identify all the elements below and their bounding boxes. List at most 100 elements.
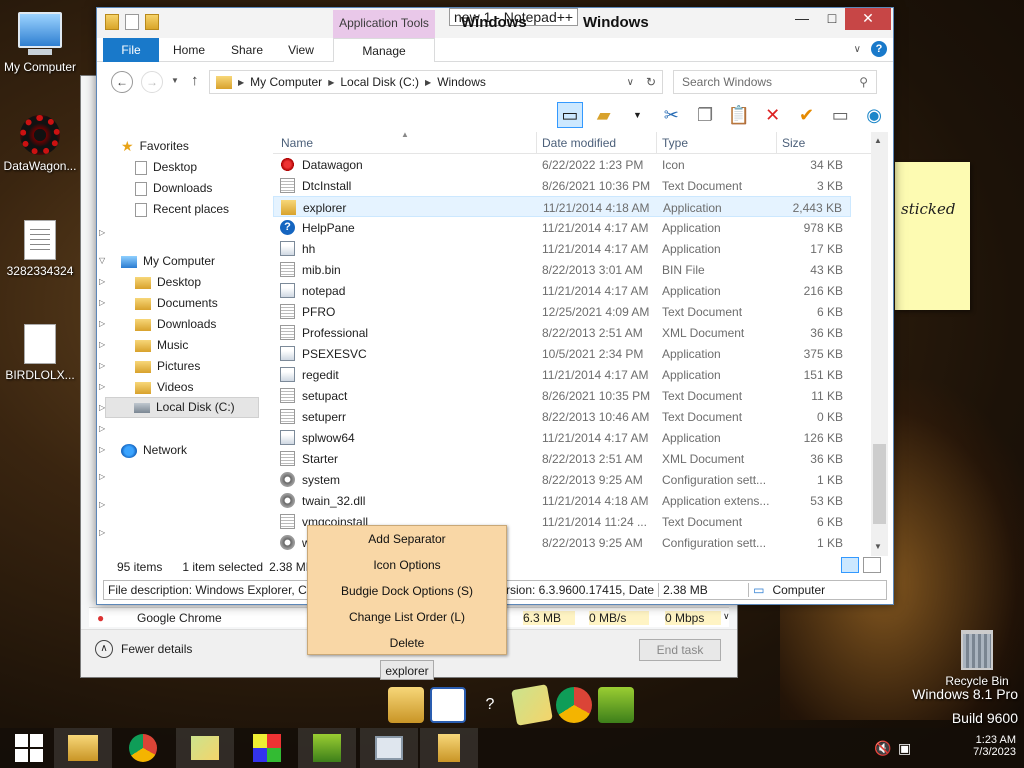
table-row[interactable]: Starter 8/22/2013 2:51 AM XML Document 36 K… bbox=[273, 448, 851, 469]
scroll-up-icon[interactable]: ▲ bbox=[874, 136, 882, 145]
breadcrumb-my-computer[interactable]: My Computer bbox=[250, 75, 322, 89]
table-row[interactable]: Professional 8/22/2013 2:51 AM XML Documen… bbox=[273, 322, 851, 343]
checkmark-icon[interactable]: ✔ bbox=[794, 102, 820, 128]
new-folder-icon[interactable] bbox=[145, 14, 159, 30]
table-row[interactable]: regedit 11/21/2014 4:17 AM Application 151 … bbox=[273, 364, 851, 385]
tab-file[interactable]: File bbox=[103, 38, 159, 62]
table-row[interactable]: setupact 8/26/2021 10:35 PM Text Document 1… bbox=[273, 385, 851, 406]
maximize-button[interactable]: □ bbox=[817, 8, 847, 30]
context-menu-item[interactable]: Budgie Dock Options (S) bbox=[308, 578, 506, 604]
minimize-button[interactable]: — bbox=[787, 8, 817, 30]
nav-favorites[interactable]: ★ Favorites bbox=[121, 136, 189, 157]
explorer-icon[interactable] bbox=[388, 687, 424, 723]
vertical-scrollbar[interactable]: ▲ ▼ bbox=[871, 132, 888, 556]
fewer-details-button[interactable]: ∧ Fewer details bbox=[95, 640, 192, 658]
column-date[interactable]: Date modified bbox=[542, 136, 616, 150]
preview-pane-icon[interactable]: ▭ bbox=[557, 102, 583, 128]
notepad-plus-icon[interactable] bbox=[598, 687, 634, 723]
sticky-notes-icon[interactable] bbox=[511, 684, 553, 726]
chevron-down-icon[interactable]: ∨ bbox=[627, 77, 634, 88]
nav-fav-downloads[interactable]: Downloads bbox=[135, 178, 212, 199]
start-button[interactable] bbox=[0, 728, 58, 768]
expand-icon[interactable]: ▷ bbox=[99, 445, 105, 454]
expand-icon[interactable]: ▷ bbox=[99, 361, 105, 370]
nav-pc-videos[interactable]: Videos bbox=[135, 377, 193, 398]
chevron-down-icon[interactable]: ▼ bbox=[625, 102, 651, 128]
nav-pc-music[interactable]: Music bbox=[135, 335, 188, 356]
column-divider[interactable] bbox=[776, 132, 777, 154]
table-row[interactable]: setuperr 8/22/2013 10:46 AM Text Document 0… bbox=[273, 406, 851, 427]
chevron-down-icon[interactable]: ∨ bbox=[854, 44, 861, 55]
copy-icon[interactable]: ❐ bbox=[692, 102, 718, 128]
expand-icon[interactable]: ▷ bbox=[99, 277, 105, 286]
clock[interactable]: 1:23 AM 7/3/2023 bbox=[973, 734, 1016, 758]
refresh-icon[interactable]: ↻ bbox=[640, 75, 662, 89]
expand-icon[interactable]: ▷ bbox=[99, 424, 105, 433]
expand-icon[interactable]: ▷ bbox=[99, 340, 105, 349]
sticky-note[interactable]: sticked bbox=[895, 162, 970, 310]
table-row[interactable]: DtcInstall 8/26/2021 10:36 PM Text Documen… bbox=[273, 175, 851, 196]
window-icon[interactable] bbox=[430, 687, 466, 723]
nav-my-computer[interactable]: My Computer bbox=[121, 251, 215, 272]
table-row[interactable]: ? HelpPane 11/21/2014 4:17 AM Application 97… bbox=[273, 217, 851, 238]
volume-muted-icon[interactable]: 🔇 bbox=[874, 740, 891, 757]
table-row[interactable]: system 8/22/2013 9:25 AM Configuration set… bbox=[273, 469, 851, 490]
details-view-icon[interactable] bbox=[841, 557, 859, 573]
breadcrumb-local-disk[interactable]: Local Disk (C:) bbox=[340, 75, 419, 89]
context-menu-item[interactable]: Add Separator bbox=[308, 526, 506, 552]
table-row[interactable]: Datawagon 6/22/2022 1:23 PM Icon 34 KB bbox=[273, 154, 851, 175]
address-bar[interactable]: ▶ My Computer ▶ Local Disk (C:) ▶ Window… bbox=[209, 70, 663, 94]
taskbar-sticky-notes[interactable] bbox=[176, 728, 234, 768]
expand-icon[interactable]: ▷ bbox=[99, 319, 105, 328]
expand-icon[interactable]: ▷ bbox=[99, 298, 105, 307]
breadcrumb-windows[interactable]: Windows bbox=[437, 75, 486, 89]
tab-manage[interactable]: Manage bbox=[333, 38, 435, 62]
table-row[interactable]: hh 11/21/2014 4:17 AM Application 17 KB bbox=[273, 238, 851, 259]
column-name[interactable]: Name bbox=[281, 136, 313, 150]
desktop-icon-my-computer[interactable]: My Computer bbox=[0, 12, 80, 74]
taskbar-control-panel[interactable] bbox=[238, 728, 296, 768]
help-icon[interactable]: ? bbox=[871, 41, 887, 57]
context-menu-item[interactable]: Delete bbox=[308, 630, 506, 656]
expand-icon[interactable]: ▷ bbox=[99, 472, 105, 481]
nav-pc-documents[interactable]: Documents bbox=[135, 293, 218, 314]
nav-fav-desktop[interactable]: Desktop bbox=[135, 157, 197, 178]
taskbar-explorer[interactable] bbox=[54, 728, 112, 768]
up-arrow-icon[interactable]: ↑ bbox=[191, 72, 199, 89]
table-row[interactable]: PSEXESVC 10/5/2021 2:34 PM Application 375 … bbox=[273, 343, 851, 364]
folder-icon[interactable] bbox=[105, 14, 119, 30]
desktop-icon-recycle-bin[interactable]: Recycle Bin bbox=[940, 630, 1014, 688]
column-size[interactable]: Size bbox=[782, 136, 805, 150]
desktop-icon-file-2[interactable]: BIRDLOLX... bbox=[0, 324, 80, 382]
nav-pc-desktop[interactable]: Desktop bbox=[135, 272, 201, 293]
cut-icon[interactable]: ✂ bbox=[658, 102, 684, 128]
delete-icon[interactable]: ✕ bbox=[760, 102, 786, 128]
globe-icon[interactable]: ◉ bbox=[861, 102, 887, 128]
expand-icon[interactable]: ▷ bbox=[99, 528, 105, 537]
taskbar-chrome[interactable] bbox=[114, 728, 172, 768]
scroll-down-icon[interactable]: ▼ bbox=[874, 542, 882, 551]
tab-share[interactable]: Share bbox=[227, 38, 267, 62]
context-menu-item[interactable]: Icon Options bbox=[308, 552, 506, 578]
collapse-icon[interactable]: ▽ bbox=[99, 256, 105, 265]
context-menu-item[interactable]: Change List Order (L) bbox=[308, 604, 506, 630]
table-row[interactable]: twain_32.dll 11/21/2014 4:18 AM Applicatio… bbox=[273, 490, 851, 511]
chrome-icon[interactable] bbox=[556, 687, 592, 723]
column-divider[interactable] bbox=[656, 132, 657, 154]
tab-home[interactable]: Home bbox=[169, 38, 209, 62]
end-task-button[interactable]: End task bbox=[639, 639, 721, 661]
nav-pc-local-disk[interactable]: Local Disk (C:) bbox=[105, 397, 259, 418]
paste-icon[interactable]: 📋 bbox=[726, 102, 752, 128]
nav-fav-recent[interactable]: Recent places bbox=[135, 199, 229, 220]
table-row[interactable]: explorer 11/21/2014 4:18 AM Application 2,4… bbox=[273, 196, 851, 217]
nav-network[interactable]: Network bbox=[121, 440, 187, 461]
rename-icon[interactable]: ▭ bbox=[827, 102, 853, 128]
chevron-down-icon[interactable]: ∨ bbox=[723, 611, 730, 622]
desktop-icon-datawagon[interactable]: DataWagon... bbox=[0, 115, 80, 173]
table-row[interactable]: notepad 11/21/2014 4:17 AM Application 216 … bbox=[273, 280, 851, 301]
expand-icon[interactable]: ▷ bbox=[99, 228, 105, 237]
folder-options-icon[interactable]: ▰ bbox=[591, 102, 617, 128]
taskbar-task-manager[interactable] bbox=[360, 728, 418, 768]
tab-view[interactable]: View bbox=[283, 38, 319, 62]
table-row[interactable]: splwow64 11/21/2014 4:17 AM Application 126… bbox=[273, 427, 851, 448]
